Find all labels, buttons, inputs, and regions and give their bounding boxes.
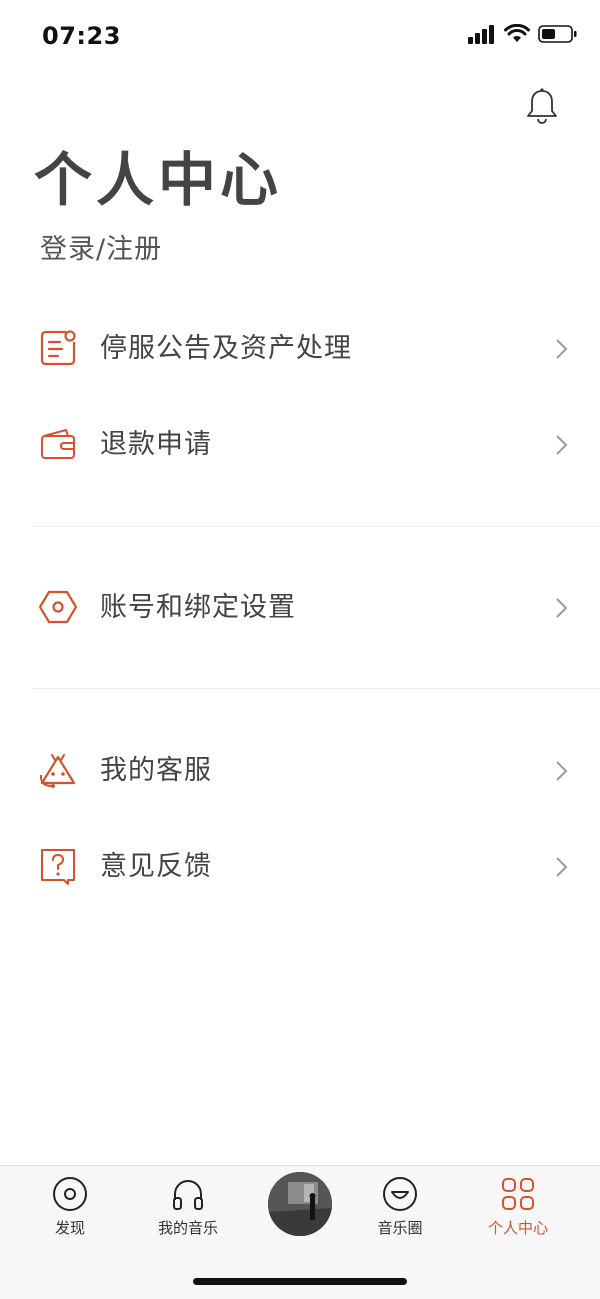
tab-label: 个人中心 — [487, 1219, 548, 1237]
grid-icon — [502, 1178, 534, 1210]
tab-discover[interactable]: 发现 — [15, 1176, 125, 1240]
headphones-icon — [173, 1180, 203, 1210]
menu-label: 退款申请 — [100, 429, 212, 460]
chevron-right-icon — [556, 598, 568, 618]
disc-icon — [53, 1177, 87, 1211]
menu-label: 我的客服 — [100, 755, 212, 786]
feedback-question-icon — [41, 849, 75, 885]
section-divider — [32, 526, 600, 527]
status-icons — [468, 24, 578, 44]
menu-item-customer-service[interactable]: 我的客服 — [0, 726, 600, 816]
menu-item-announcement[interactable]: 停服公告及资产处理 — [0, 304, 600, 394]
hexagon-settings-icon — [38, 590, 78, 624]
customer-service-icon — [39, 754, 76, 788]
section-divider — [32, 688, 600, 689]
album-art-image — [268, 1172, 332, 1236]
menu-item-refund[interactable]: 退款申请 — [0, 400, 600, 490]
status-time: 07:23 — [42, 22, 121, 50]
personal-center-screen: 07:23 个人中心 登录/注册 停服公告及资产处理 退款申请 账号和绑定设置 … — [0, 0, 600, 1299]
menu-label: 账号和绑定设置 — [100, 592, 296, 623]
chevron-right-icon — [556, 435, 568, 455]
tab-label: 发现 — [54, 1219, 85, 1237]
login-register-link[interactable]: 登录/注册 — [40, 228, 162, 272]
smile-face-icon — [383, 1177, 417, 1211]
tab-my-music[interactable]: 我的音乐 — [133, 1176, 243, 1240]
page-title: 个人中心 — [34, 146, 283, 214]
tab-personal-center[interactable]: 个人中心 — [463, 1176, 573, 1240]
home-indicator[interactable] — [193, 1278, 407, 1285]
status-bar: 07:23 — [0, 0, 600, 72]
chevron-right-icon — [556, 761, 568, 781]
battery-icon — [538, 25, 577, 43]
signal-icon — [468, 25, 494, 44]
wifi-icon — [504, 24, 530, 42]
menu-item-feedback[interactable]: 意见反馈 — [0, 822, 600, 912]
tab-label: 音乐圈 — [377, 1219, 423, 1237]
tab-label: 我的音乐 — [157, 1219, 218, 1237]
now-playing-cover[interactable] — [268, 1172, 332, 1236]
menu-label: 停服公告及资产处理 — [100, 333, 352, 364]
menu-label: 意见反馈 — [100, 851, 212, 882]
menu-item-account-settings[interactable]: 账号和绑定设置 — [0, 563, 600, 653]
chevron-right-icon — [556, 857, 568, 877]
announcement-icon — [40, 330, 76, 366]
bottom-tab-bar: 发现 我的音乐 音乐圈 个人中心 — [0, 1165, 600, 1299]
tab-music-circle[interactable]: 音乐圈 — [345, 1176, 455, 1240]
wallet-icon — [41, 428, 75, 459]
chevron-right-icon — [556, 339, 568, 359]
bell-icon[interactable] — [522, 86, 562, 126]
